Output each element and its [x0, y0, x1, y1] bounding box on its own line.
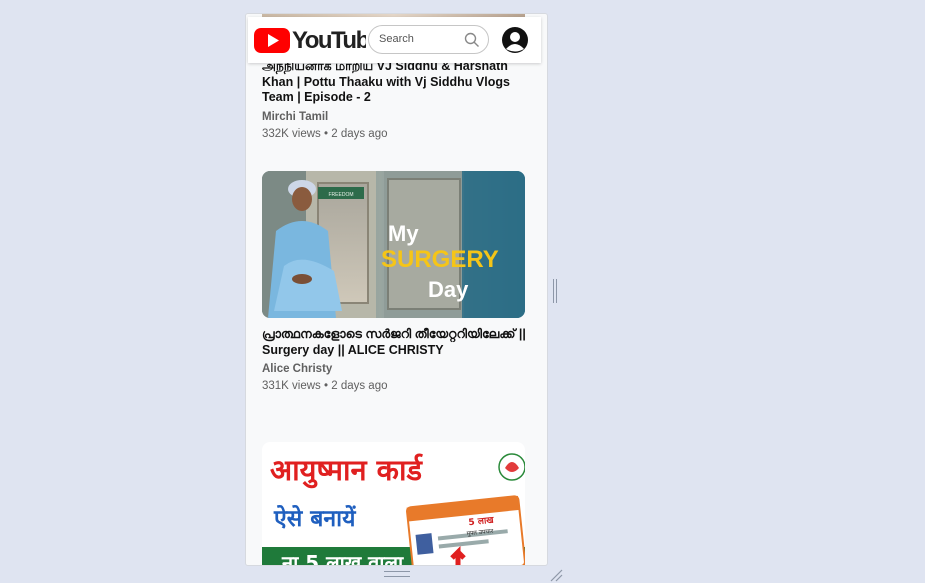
- account-avatar-icon[interactable]: [501, 26, 529, 54]
- logo-text: YouTube: [292, 27, 366, 54]
- thumb-text-my: My: [388, 221, 419, 246]
- video-meta: 331K views • 2 days ago: [262, 380, 388, 392]
- channel-name[interactable]: Alice Christy: [262, 363, 526, 375]
- search-input[interactable]: Search: [368, 25, 489, 54]
- surgery-thumbnail-art: FREEDOM My SURGERY Day: [262, 171, 525, 318]
- top-app-bar: YouTube Search: [248, 17, 541, 63]
- video-title[interactable]: அந்நியனாக மாறிய VJ Siddhu & Harshath Kha…: [262, 59, 526, 106]
- thumb-text-lakh: ना 5 लाख वाला: [281, 551, 404, 566]
- video-meta: 332K views • 2 days ago: [262, 127, 388, 140]
- ayushman-card: 5 लाख मुफ्त उपचार: [406, 495, 525, 565]
- vertical-resize-handle[interactable]: [553, 279, 557, 303]
- video-item[interactable]: പ്രാത്ഥനകളോടെ സർജറി തീയേറ്ററിയിലേക്ക് ||…: [262, 327, 526, 392]
- resize-corner-icon[interactable]: [549, 568, 563, 582]
- ayushman-thumbnail-art: आयुष्मान कार्ड ऐसे बनायें ना 5 लाख वाला …: [262, 442, 525, 566]
- thumb-text-aise: ऐसे बनायें: [273, 504, 357, 532]
- search-icon[interactable]: [464, 32, 480, 48]
- channel-name[interactable]: Mirchi Tamil: [262, 111, 526, 123]
- youtube-logo[interactable]: YouTube: [254, 26, 366, 54]
- door-sign: FREEDOM: [329, 192, 354, 198]
- thumb-text-day: Day: [428, 277, 469, 302]
- video-title[interactable]: പ്രാത്ഥനകളോടെ സർജറി തീയേറ്ററിയിലേക്ക് ||…: [262, 327, 526, 358]
- video-thumbnail[interactable]: आयुष्मान कार्ड ऐसे बनायें ना 5 लाख वाला …: [262, 442, 525, 566]
- thumb-text-ayushman: आयुष्मान कार्ड: [270, 453, 423, 489]
- mobile-frame: அந்நியனாக மாறிய VJ Siddhu & Harshath Kha…: [245, 13, 548, 566]
- search-placeholder: Search: [379, 33, 414, 45]
- video-thumbnail[interactable]: FREEDOM My SURGERY Day: [262, 171, 525, 318]
- horizontal-resize-handle[interactable]: [384, 571, 410, 577]
- thumb-text-surgery: SURGERY: [381, 246, 499, 273]
- video-item[interactable]: அந்நியனாக மாறிய VJ Siddhu & Harshath Kha…: [262, 59, 526, 140]
